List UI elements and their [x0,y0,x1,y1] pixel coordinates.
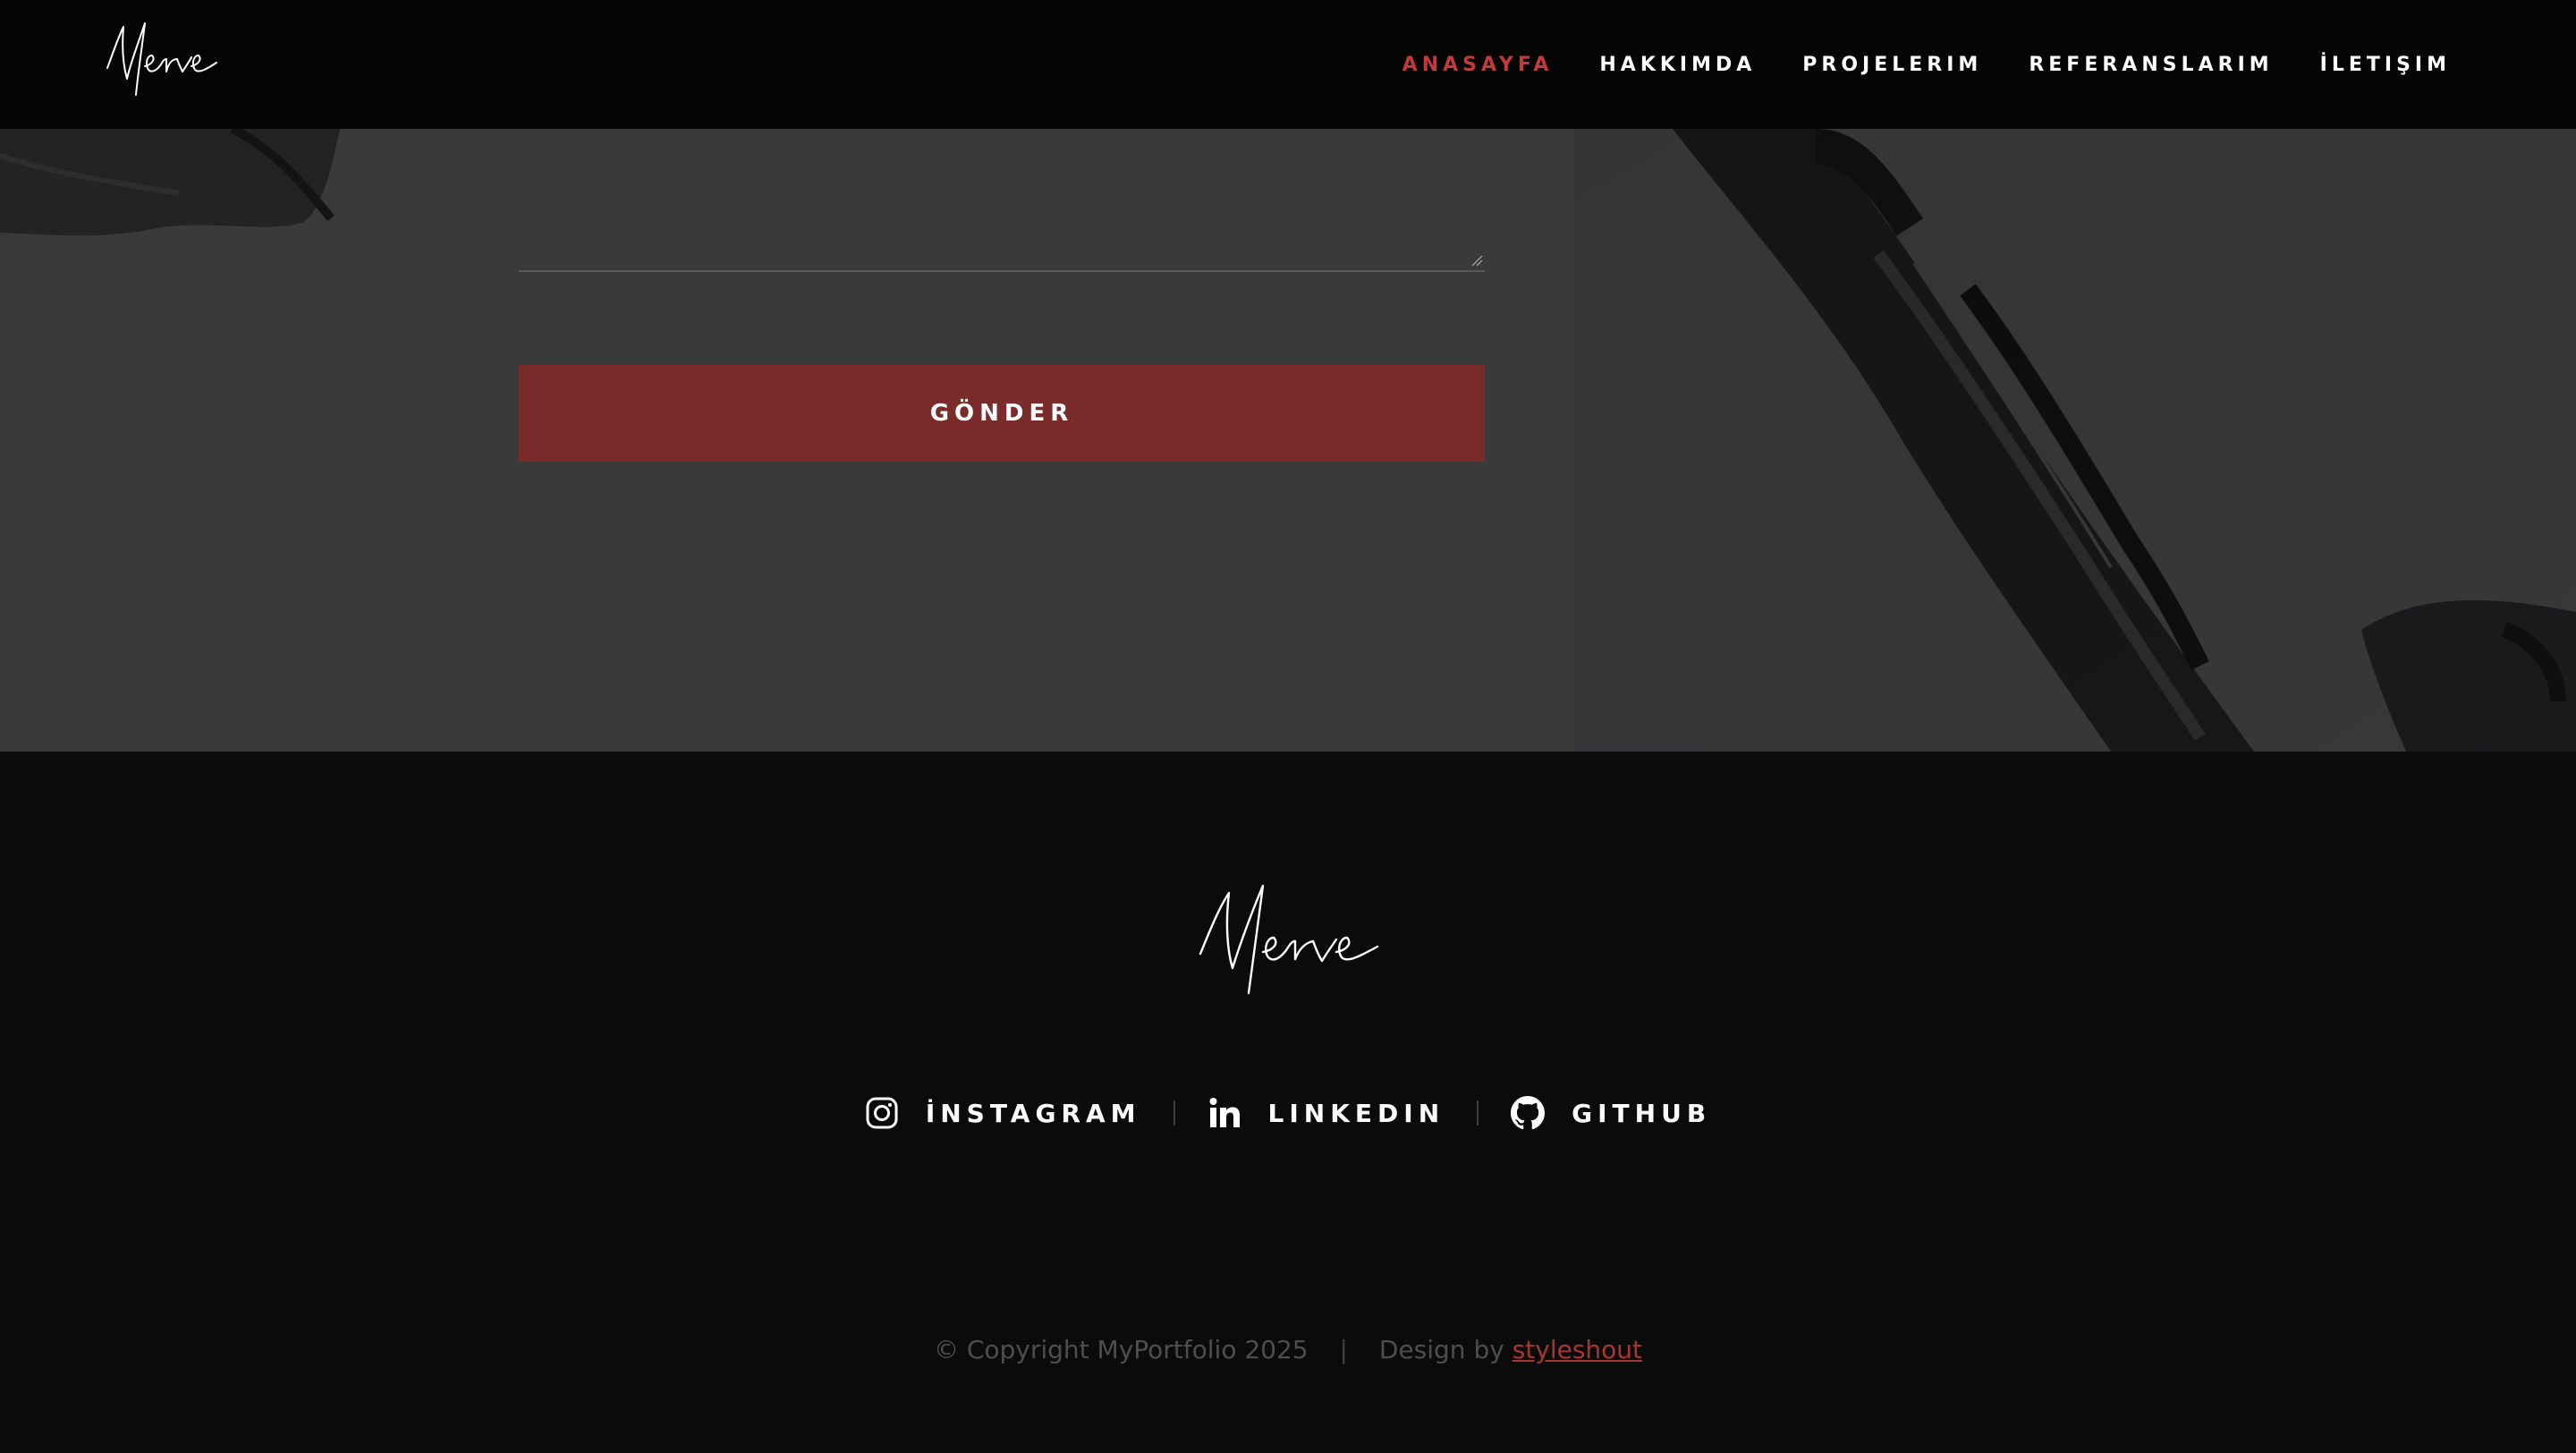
contact-section: GÖNDER [0,129,2576,752]
footer-logo [1195,879,1383,1004]
nav-item-projelerim[interactable]: PROJELERIM [1802,54,1982,76]
divider [1477,1100,1479,1126]
social-label-linkedin: LINKEDIN [1267,1098,1445,1128]
copyright-text: © Copyright MyPortfolio 2025 [933,1335,1309,1364]
nav-item-iletisim[interactable]: İLETIŞIM [2320,54,2451,76]
nav-item-hakkimda[interactable]: HAKKIMDA [1599,54,1756,76]
main-nav: ANASAYFA HAKKIMDA PROJELERIM REFERANSLAR… [1402,0,2451,129]
social-links: İNSTAGRAM LINKEDIN GITHUB [0,1088,2576,1138]
design-by-text: Design by [1378,1335,1504,1364]
message-textarea[interactable] [519,129,1485,272]
site-logo[interactable] [104,16,220,100]
social-label-instagram: İNSTAGRAM [925,1098,1141,1128]
divider [1173,1100,1175,1126]
social-link-github[interactable]: GITHUB [1511,1096,1711,1130]
social-link-linkedin[interactable]: LINKEDIN [1208,1096,1445,1130]
linkedin-icon [1209,1098,1240,1127]
send-button[interactable]: GÖNDER [519,365,1485,462]
divider: | [1339,1335,1348,1364]
page: ANASAYFA HAKKIMDA PROJELERIM REFERANSLAR… [0,0,2576,1453]
designer-link[interactable]: styleshout [1513,1335,1642,1364]
resize-handle-icon[interactable] [1470,254,1483,267]
nav-item-anasayfa[interactable]: ANASAYFA [1402,54,1554,76]
signature-logo-large [1199,884,1379,995]
signature-logo-small [106,22,217,96]
site-footer: İNSTAGRAM LINKEDIN GITHUB © Copyright My… [0,752,2576,1453]
nav-item-referanslarim[interactable]: REFERANSLARIM [2029,54,2273,76]
instagram-icon [866,1097,898,1129]
copyright-line: © Copyright MyPortfolio 2025 | Design by… [0,1335,2576,1364]
github-icon [1511,1096,1546,1130]
social-label-github: GITHUB [1572,1098,1712,1128]
social-link-instagram[interactable]: İNSTAGRAM [865,1096,1141,1130]
site-header: ANASAYFA HAKKIMDA PROJELERIM REFERANSLAR… [0,0,2576,129]
